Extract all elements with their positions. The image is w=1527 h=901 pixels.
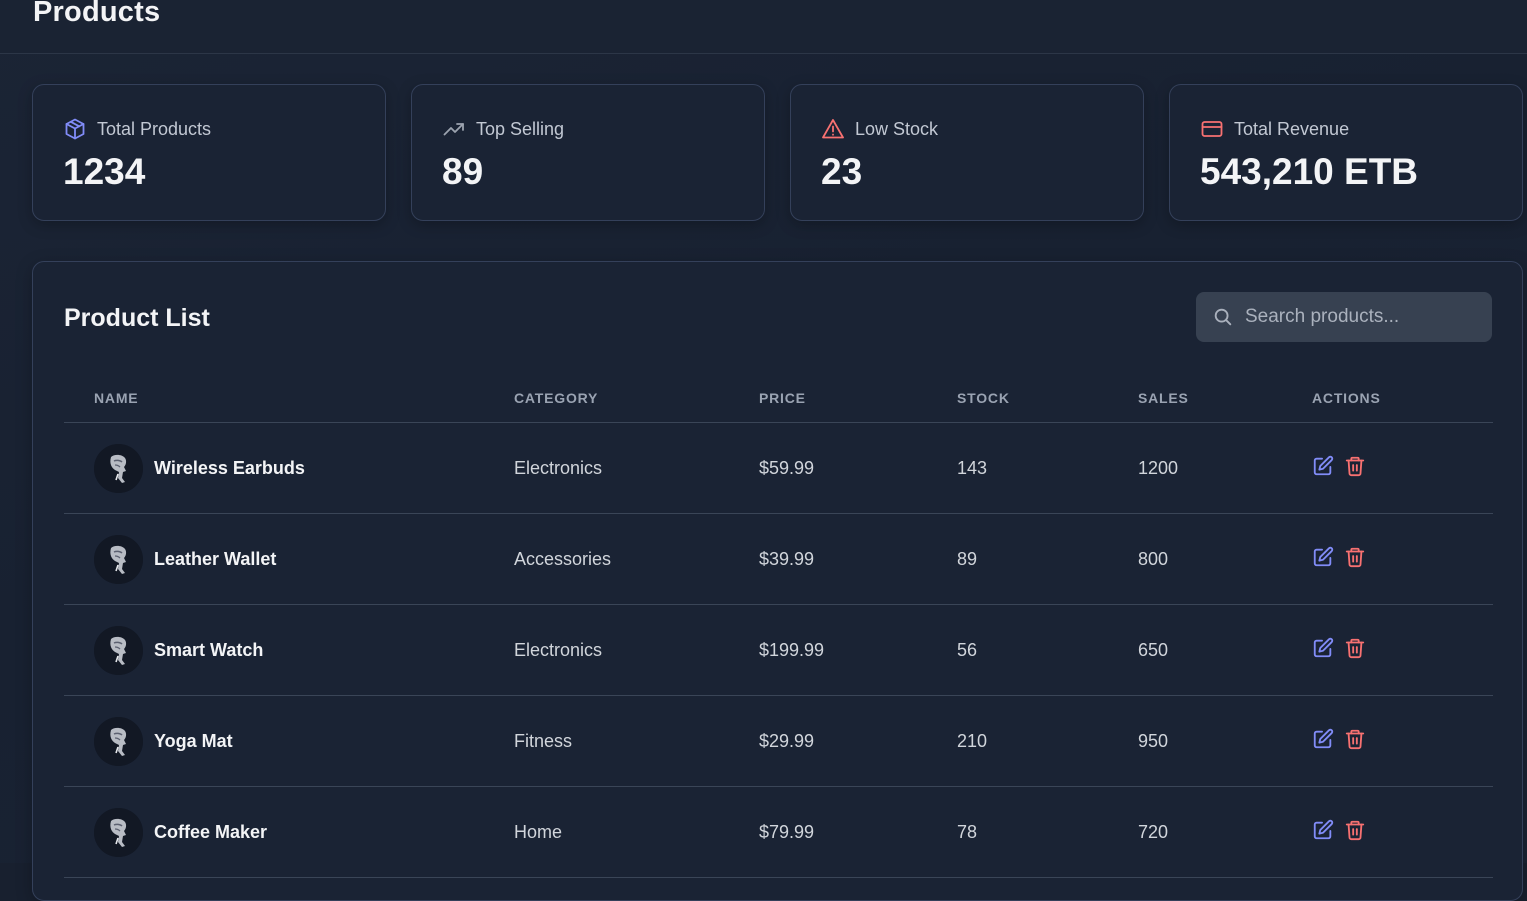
table-row: Coffee Maker Home $79.99 78 720 [64,787,1493,878]
table-row: Leather Wallet Accessories $39.99 89 800 [64,514,1493,605]
edit-icon [1312,819,1334,841]
edit-button[interactable] [1312,546,1334,568]
product-thumbnail [94,717,143,766]
table-body: Wireless Earbuds Electronics $59.99 143 … [64,423,1493,878]
warning-triangle-icon [821,117,845,141]
product-image-icon [94,626,143,675]
column-header-price: Price [759,390,806,406]
product-thumbnail [94,535,143,584]
product-stock: 56 [957,605,977,696]
product-thumbnail [94,626,143,675]
product-thumbnail [94,808,143,857]
column-header-actions: Actions [1312,390,1381,406]
product-category: Accessories [514,514,611,605]
stat-label: Total Products [97,119,211,140]
product-category: Electronics [514,423,602,514]
product-sales: 1200 [1138,423,1178,514]
table-row: Smart Watch Electronics $199.99 56 650 [64,605,1493,696]
stat-value: 1234 [63,151,145,193]
product-image-icon [94,808,143,857]
product-price: $199.99 [759,605,824,696]
cube-icon [63,117,87,141]
delete-button[interactable] [1344,455,1366,477]
trash-icon [1344,455,1366,477]
column-header-sales: Sales [1138,390,1189,406]
product-image-icon [94,717,143,766]
trash-icon [1344,637,1366,659]
product-list-card: Product List Name Category Price Stock S… [32,261,1523,901]
product-sales: 650 [1138,605,1168,696]
product-category: Fitness [514,696,572,787]
page-title: Products [33,0,160,29]
product-name: Wireless Earbuds [154,423,305,514]
product-category: Electronics [514,605,602,696]
stat-card-low-stock: Low Stock 23 [790,84,1144,221]
product-sales: 800 [1138,514,1168,605]
edit-icon [1312,546,1334,568]
stat-card-top-selling: Top Selling 89 [411,84,765,221]
trash-icon [1344,728,1366,750]
product-price: $79.99 [759,787,814,878]
search-input[interactable] [1245,292,1485,342]
delete-button[interactable] [1344,728,1366,750]
edit-icon [1312,455,1334,477]
product-sales: 950 [1138,696,1168,787]
trash-icon [1344,819,1366,841]
column-header-stock: Stock [957,390,1010,406]
edit-icon [1312,637,1334,659]
product-stock: 78 [957,787,977,878]
edit-button[interactable] [1312,728,1334,750]
edit-button[interactable] [1312,637,1334,659]
column-header-category: Category [514,390,598,406]
edit-icon [1312,728,1334,750]
stat-label: Low Stock [855,119,938,140]
stat-label: Total Revenue [1234,119,1349,140]
product-table: Name Category Price Stock Sales Actions … [64,372,1493,878]
product-category: Home [514,787,562,878]
product-name: Leather Wallet [154,514,276,605]
edit-button[interactable] [1312,455,1334,477]
table-row: Yoga Mat Fitness $29.99 210 950 [64,696,1493,787]
trash-icon [1344,546,1366,568]
product-image-icon [94,444,143,493]
product-list-title: Product List [64,304,210,333]
product-stock: 89 [957,514,977,605]
stat-label: Top Selling [476,119,564,140]
top-bar: Products [0,0,1527,54]
stat-value: 89 [442,151,483,193]
search-icon [1212,306,1234,328]
product-sales: 720 [1138,787,1168,878]
product-stock: 210 [957,696,987,787]
stat-value: 23 [821,151,862,193]
credit-card-icon [1200,117,1224,141]
product-stock: 143 [957,423,987,514]
product-image-icon [94,535,143,584]
product-price: $39.99 [759,514,814,605]
stat-card-total-products: Total Products 1234 [32,84,386,221]
column-header-name: Name [94,390,138,406]
delete-button[interactable] [1344,819,1366,841]
edit-button[interactable] [1312,819,1334,841]
table-row: Wireless Earbuds Electronics $59.99 143 … [64,423,1493,514]
trending-up-icon [442,117,466,141]
product-name: Yoga Mat [154,696,233,787]
delete-button[interactable] [1344,546,1366,568]
product-price: $29.99 [759,696,814,787]
product-name: Smart Watch [154,605,263,696]
product-price: $59.99 [759,423,814,514]
delete-button[interactable] [1344,637,1366,659]
product-thumbnail [94,444,143,493]
table-header: Name Category Price Stock Sales Actions [64,372,1493,423]
stat-card-total-revenue: Total Revenue 543,210 ETB [1169,84,1523,221]
product-name: Coffee Maker [154,787,267,878]
search-box[interactable] [1196,292,1492,342]
stat-value: 543,210 ETB [1200,151,1418,193]
